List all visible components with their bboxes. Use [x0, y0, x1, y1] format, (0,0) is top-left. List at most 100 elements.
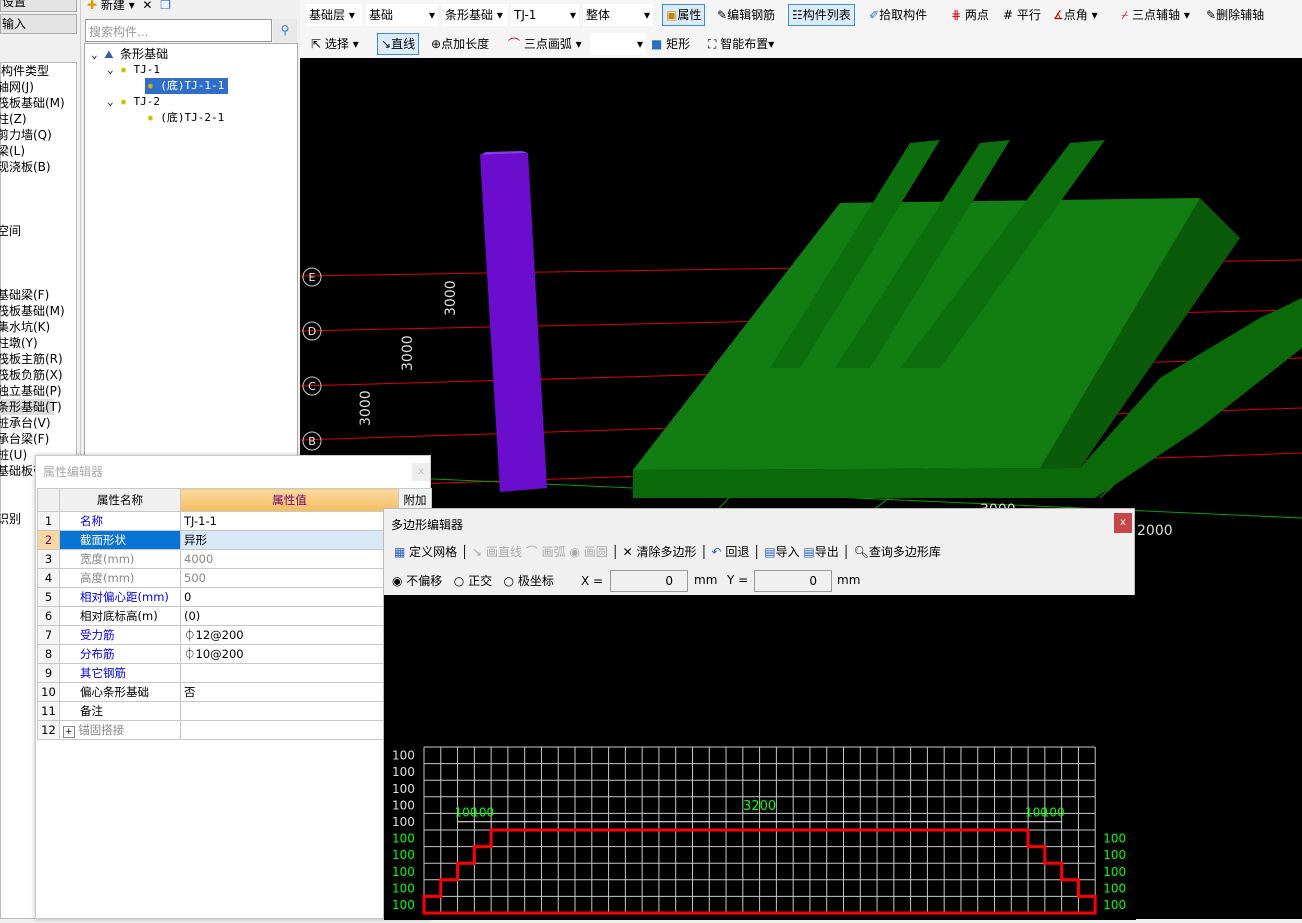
polygon-canvas[interactable]: 100 100 100 100 100 100 100 100 100 100 100 100 100 1… — [384, 595, 1136, 920]
edit-rebar-button[interactable]: ✎编辑钢筋 — [714, 4, 778, 26]
no-offset-label: 不偏移 — [406, 574, 443, 588]
clear-polygon-button[interactable]: ✕ 清除多边形 — [623, 545, 697, 559]
radio-polar[interactable]: ○ 极坐标 — [504, 574, 554, 588]
draw-line-button[interactable]: ↘ 画直线 — [472, 545, 522, 559]
component-type-item[interactable]: 承台梁(F) — [0, 431, 49, 447]
component-type-item[interactable]: 识别 — [0, 511, 21, 527]
input-button[interactable]: 输入 — [0, 14, 77, 34]
component-type-item[interactable]: 独立基础(P) — [0, 383, 62, 399]
component-select[interactable]: TJ-1 ▾ — [511, 4, 579, 26]
category-select[interactable]: 基础 ▾ — [366, 4, 438, 26]
dim-step-label: 100 — [1042, 806, 1065, 820]
component-type-item[interactable]: 空间 — [0, 223, 21, 239]
component-type-item[interactable]: 桩(U) — [0, 447, 27, 463]
export-button[interactable]: ▤导出 — [803, 545, 838, 559]
component-type-item[interactable]: 集水坑(K) — [0, 319, 50, 335]
property-value[interactable]: ⏀12@200 — [180, 625, 399, 645]
component-type-item[interactable]: 轴网(J) — [0, 79, 34, 95]
property-value[interactable]: 500 — [180, 568, 399, 588]
type-select[interactable]: 条形基础 ▾ — [442, 4, 508, 26]
property-value[interactable]: (0) — [180, 606, 399, 626]
polygon-library-button[interactable]: 🔍︎查询多边形库 — [854, 545, 941, 559]
three-point-axis-button[interactable]: ⌿ 三点辅轴 ▾ — [1118, 4, 1193, 26]
define-grid-button[interactable]: ▦ 定义网格 — [394, 545, 457, 559]
component-type-item[interactable]: 柱墩(Y) — [0, 335, 38, 351]
point-length-button[interactable]: ⊕点加长度 — [428, 33, 492, 55]
component-type-item[interactable]: 筏板基础(M) — [0, 303, 65, 319]
component-type-item[interactable]: 筏板基础(M) — [0, 95, 65, 111]
rect-button[interactable]: ■ 矩形 — [648, 33, 693, 55]
search-input[interactable]: 搜索构件... — [85, 19, 272, 42]
three-point-arc-button[interactable]: ⌒ 三点画弧 ▾ — [505, 33, 585, 55]
scope-select[interactable]: 整体 ▾ — [583, 4, 653, 26]
arc-option-select[interactable]: ▾ — [590, 33, 646, 55]
pick-button[interactable]: ✐拾取构件 — [866, 4, 930, 26]
close-icon[interactable]: x — [412, 463, 430, 481]
line-button[interactable]: ↘直线 — [377, 33, 420, 55]
component-type-item[interactable]: 构件类型 — [1, 63, 49, 79]
component-type-item[interactable]: 条形基础(T) — [0, 399, 62, 415]
radio-ortho[interactable]: ○ 正交 — [454, 574, 492, 588]
component-type-item[interactable]: 梁(L) — [0, 143, 25, 159]
property-row[interactable]: 3 宽度(mm) 4000 — [37, 549, 432, 569]
property-row[interactable]: 5 相对偏心距(mm) 0 — [37, 587, 432, 607]
property-row[interactable]: 1 名称 TJ-1-1 — [37, 511, 432, 531]
tree-node-tj2[interactable]: ⌄ ✹ TJ-2 — [107, 94, 160, 110]
search-icon[interactable]: ⚲ — [273, 19, 297, 42]
property-value[interactable]: 0 — [180, 587, 399, 607]
component-type-item[interactable]: 基础梁(F) — [0, 287, 49, 303]
parallel-button[interactable]: # 平行 — [1000, 4, 1044, 26]
property-value[interactable] — [180, 701, 399, 721]
radio-no-offset[interactable]: ◉ 不偏移 — [392, 574, 442, 588]
property-value[interactable]: 4000 — [180, 549, 399, 569]
draw-circle-button[interactable]: ◉ 画圆 — [569, 545, 607, 559]
component-type-item[interactable]: 桩承台(V) — [0, 415, 51, 431]
component-list-button[interactable]: ☷构件列表 — [788, 4, 855, 26]
property-row[interactable]: 4 高度(mm) 500 — [37, 568, 432, 588]
new-button[interactable]: ✚ 新建 ▾ ✕ ❐ — [87, 0, 171, 13]
two-point-button[interactable]: ⋕ 两点 — [948, 4, 992, 26]
property-value[interactable]: 否 — [180, 682, 399, 702]
delete-icon[interactable]: ✕ — [142, 0, 152, 12]
y-input[interactable]: 0 — [754, 570, 832, 592]
point-angle-button[interactable]: ∡点角 ▾ — [1050, 4, 1101, 26]
polygon-drawing: 100 100 100 100 100 100 100 100 100 100 100 100 100 1… — [392, 746, 1126, 915]
tree-node-tj1-1[interactable]: ✹ (底)TJ-1-1 — [145, 78, 229, 94]
tree-node-tj2-1[interactable]: ✹ (底)TJ-2-1 — [147, 110, 224, 126]
tree-root[interactable]: ⌄ ⛰ 条形基础 — [91, 46, 168, 62]
delete-axis-button[interactable]: ✎删除辅轴 — [1203, 4, 1267, 26]
rect-label: 矩形 — [666, 37, 691, 51]
import-button[interactable]: ▤导入 — [764, 545, 799, 559]
property-row[interactable]: 9 其它钢筋 — [37, 663, 432, 683]
parallel-icon: # — [1003, 8, 1014, 22]
component-type-item[interactable]: 筏板主筋(R) — [0, 351, 63, 367]
property-row[interactable]: 12 + 锚固搭接 — [37, 720, 432, 740]
expand-icon[interactable]: + — [63, 726, 75, 738]
close-button[interactable]: x — [1114, 513, 1132, 533]
component-type-item[interactable]: 剪力墙(Q) — [0, 127, 52, 143]
undo-button[interactable]: ↶ 回退 — [711, 545, 749, 559]
floor-select[interactable]: 基础层 ▾ — [306, 4, 362, 26]
property-row[interactable]: 6 相对底标高(m) (0) — [37, 606, 432, 626]
property-value[interactable]: 异形 — [180, 530, 399, 550]
property-row[interactable]: 2 截面形状 异形 — [37, 530, 432, 550]
component-type-item[interactable]: 筏板负筋(X) — [0, 367, 63, 383]
property-value[interactable] — [180, 720, 399, 740]
property-row[interactable]: 11 备注 — [37, 701, 432, 721]
x-input[interactable]: 0 — [610, 570, 688, 592]
property-row[interactable]: 10 偏心条形基础 否 — [37, 682, 432, 702]
property-value[interactable] — [180, 663, 399, 683]
component-type-item[interactable]: 现浇板(B) — [0, 159, 51, 175]
draw-arc-button[interactable]: ⌒ 画弧 — [526, 545, 566, 559]
property-row[interactable]: 7 受力筋 ⏀12@200 — [37, 625, 432, 645]
smart-place-button[interactable]: ⛶ 智能布置▾ — [705, 33, 777, 55]
property-value[interactable]: ⏀10@200 — [180, 644, 399, 664]
select-button[interactable]: ⇱ 选择 ▾ — [308, 33, 362, 55]
property-row[interactable]: 8 分布筋 ⏀10@200 — [37, 644, 432, 664]
property-value[interactable]: TJ-1-1 — [180, 511, 399, 531]
tree-node-tj1[interactable]: ⌄ ✹ TJ-1 — [107, 62, 160, 78]
property-button[interactable]: ▣属性 — [662, 4, 706, 26]
settings-button[interactable]: 设置 — [0, 0, 77, 12]
component-type-item[interactable]: 柱(Z) — [0, 111, 27, 127]
copy-icon[interactable]: ❐ — [160, 0, 171, 12]
